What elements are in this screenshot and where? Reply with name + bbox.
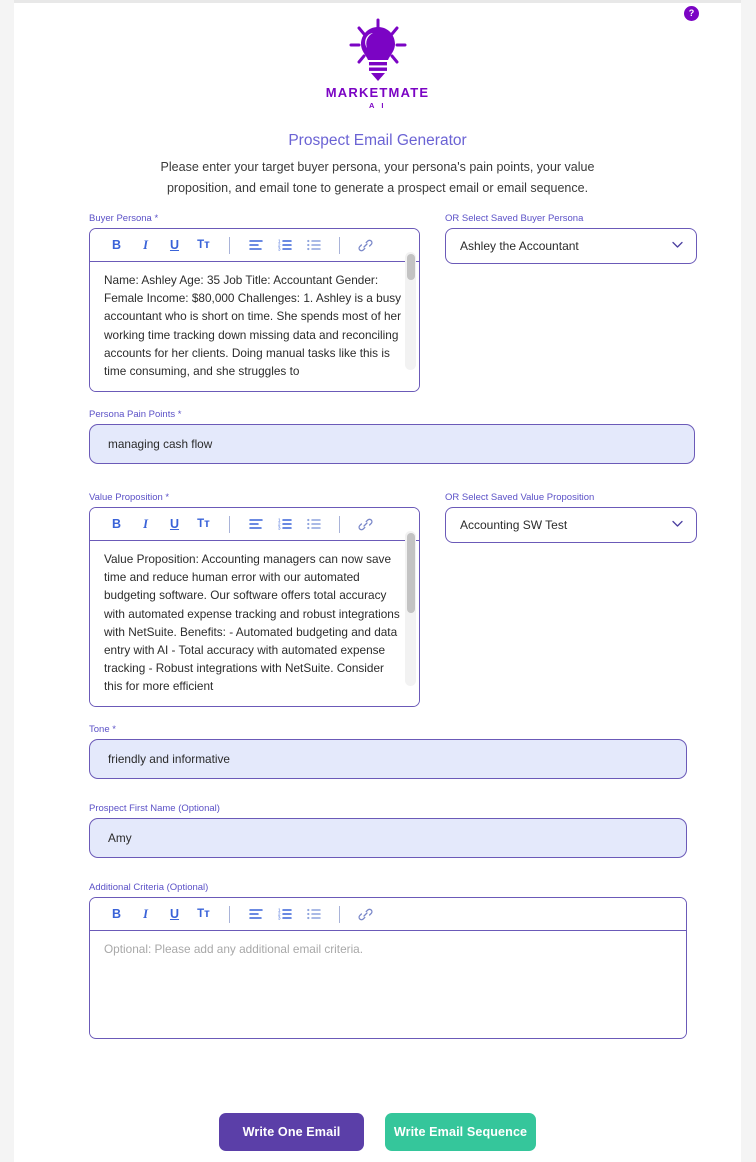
underline-icon[interactable]: U [160,512,189,536]
buyer-persona-toolbar: B I U Tᴛ 123 [90,229,419,262]
bullet-list-icon[interactable] [299,233,328,257]
app-page: ? MARKETMATE A I Prospect Email Generato… [0,0,756,1162]
toolbar-divider [229,515,230,533]
buyer-persona-text[interactable]: Name: Ashley Age: 35 Job Title: Accounta… [90,262,419,391]
pain-points-label: Persona Pain Points * [89,409,182,420]
toolbar-divider-2 [339,905,340,923]
saved-value-proposition-value[interactable]: Accounting SW Test [445,507,697,543]
page-description: Please enter your target buyer persona, … [160,160,595,195]
italic-icon[interactable]: I [131,512,160,536]
bold-icon[interactable]: B [102,902,131,926]
toolbar-divider-2 [339,515,340,533]
tone-row: Tone * [75,724,687,803]
write-one-email-button[interactable]: Write One Email [219,1113,364,1151]
lightbulb-icon [347,18,409,82]
bullet-list-icon[interactable] [299,902,328,926]
link-icon[interactable] [351,512,380,536]
additional-criteria-placeholder[interactable]: Optional: Please add any additional emai… [90,931,686,1037]
prospect-first-name-input[interactable] [89,818,687,858]
clear-format-icon[interactable]: Tᴛ [189,233,218,257]
write-email-sequence-button[interactable]: Write Email Sequence [385,1113,536,1151]
align-left-icon[interactable] [241,902,270,926]
saved-buyer-persona-value[interactable]: Ashley the Accountant [445,228,697,264]
underline-icon[interactable]: U [160,233,189,257]
svg-text:3: 3 [278,247,281,251]
align-left-icon[interactable] [241,512,270,536]
ordered-list-icon[interactable]: 123 [270,512,299,536]
prospect-first-name-row: Prospect First Name (Optional) [75,803,687,882]
ordered-list-icon[interactable]: 123 [270,902,299,926]
value-proposition-text[interactable]: Value Proposition: Accounting managers c… [90,541,419,706]
saved-value-proposition-select[interactable]: Accounting SW Test [445,507,697,543]
additional-criteria-row: Additional Criteria (Optional) B I U Tᴛ … [75,882,687,1039]
brand-subtitle: A I [368,101,387,110]
clear-format-icon[interactable]: Tᴛ [189,902,218,926]
toolbar-divider [229,905,230,923]
value-proposition-label: Value Proposition * [89,492,170,503]
brand-name: MARKETMATE [325,85,430,100]
align-left-icon[interactable] [241,233,270,257]
toolbar-divider [229,236,230,254]
value-proposition-row: Value Proposition * B I U Tᴛ 1 2 3 Value… [75,492,697,724]
additional-criteria-label: Additional Criteria (Optional) [89,882,209,893]
bold-icon[interactable]: B [102,233,131,257]
tone-label: Tone * [89,724,116,735]
form-actions: Write One Email Write Email Sequence [14,1113,741,1151]
value-proposition-toolbar: B I U Tᴛ 123 [90,508,419,541]
value-proposition-scrollbar[interactable] [405,531,416,686]
italic-icon[interactable]: I [131,233,160,257]
buyer-persona-scrollbar[interactable] [405,252,416,370]
pain-points-input[interactable] [89,424,695,464]
prospect-first-name-label: Prospect First Name (Optional) [89,803,220,814]
clear-format-icon[interactable]: Tᴛ [189,512,218,536]
brand-logo: MARKETMATE A I [14,18,741,110]
svg-text:3: 3 [278,526,281,530]
toolbar-divider-2 [339,236,340,254]
tone-input[interactable] [89,739,687,779]
value-proposition-editor[interactable]: B I U Tᴛ 123 Value Proposition: Accounti… [89,507,420,707]
scrollbar-thumb[interactable] [406,533,415,613]
top-divider [14,0,741,3]
ordered-list-icon[interactable]: 123 [270,233,299,257]
scrollbar-thumb[interactable] [406,254,415,280]
saved-value-proposition-label: OR Select Saved Value Proposition [445,492,595,503]
saved-buyer-persona-select[interactable]: Ashley the Accountant [445,228,697,264]
buyer-persona-label: Buyer Persona * [89,213,159,224]
link-icon[interactable] [351,902,380,926]
additional-criteria-toolbar: B I U Tᴛ 123 [90,898,686,931]
underline-icon[interactable]: U [160,902,189,926]
bullet-list-icon[interactable] [299,512,328,536]
buyer-persona-row: Buyer Persona * B I U Tᴛ 12 3 Name: Ashl… [75,213,697,409]
italic-icon[interactable]: I [131,902,160,926]
prospect-email-form: Buyer Persona * B I U Tᴛ 12 3 Name: Ashl… [75,213,697,1039]
content-sheet: ? MARKETMATE A I Prospect Email Generato… [14,0,741,1162]
page-title: Prospect Email Generator [288,132,467,149]
buyer-persona-editor[interactable]: B I U Tᴛ 123 Name: Ashley Age: 35 Job Ti… [89,228,420,392]
pain-points-row: Persona Pain Points * [75,409,695,492]
bold-icon[interactable]: B [102,512,131,536]
additional-criteria-editor[interactable]: B I U Tᴛ 123 Optional: Please add any ad… [89,897,687,1039]
svg-text:3: 3 [278,916,281,920]
saved-buyer-persona-label: OR Select Saved Buyer Persona [445,213,584,224]
link-icon[interactable] [351,233,380,257]
page-header: Prospect Email Generator Please enter yo… [14,132,741,198]
